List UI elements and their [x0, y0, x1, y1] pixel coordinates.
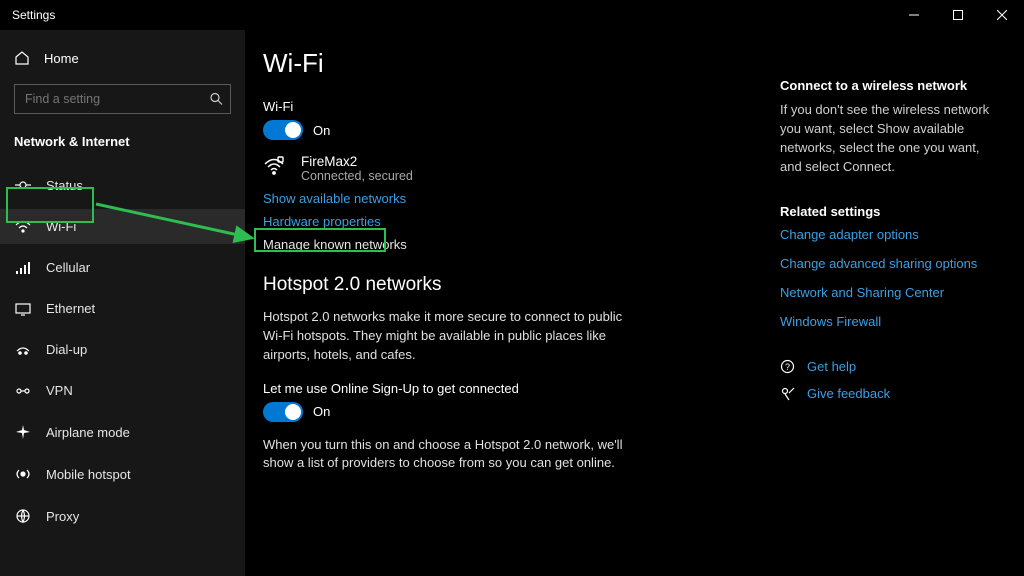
related-link-adapter[interactable]: Change adapter options: [780, 227, 1000, 242]
hotspot-heading: Hotspot 2.0 networks: [263, 274, 780, 296]
sidebar-item-cellular[interactable]: Cellular: [0, 250, 245, 285]
feedback-label: Give feedback: [807, 386, 890, 401]
wifi-icon: [14, 220, 32, 234]
sidebar-item-label: Status: [46, 178, 83, 193]
signup-description: When you turn this on and choose a Hotsp…: [263, 436, 623, 474]
sidebar-item-hotspot[interactable]: Mobile hotspot: [0, 456, 245, 492]
cellular-icon: [14, 261, 32, 275]
status-icon: [14, 177, 32, 193]
signup-toggle[interactable]: [263, 402, 303, 422]
proxy-icon: [14, 508, 32, 524]
current-network[interactable]: FireMax2 Connected, secured: [263, 154, 780, 183]
home-icon: [14, 50, 30, 66]
related-link-firewall[interactable]: Windows Firewall: [780, 314, 1000, 329]
search-input[interactable]: [14, 84, 231, 114]
get-help-label: Get help: [807, 359, 856, 374]
sidebar-item-label: Mobile hotspot: [46, 467, 131, 482]
sidebar-item-dialup[interactable]: Dial-up: [0, 332, 245, 367]
get-help-link[interactable]: ? Get help: [780, 359, 1000, 374]
connect-heading: Connect to a wireless network: [780, 78, 1000, 93]
sidebar-item-label: Wi-Fi: [46, 219, 76, 234]
home-label: Home: [44, 51, 79, 66]
sidebar-item-status[interactable]: Status: [0, 167, 245, 203]
sidebar-item-label: Cellular: [46, 260, 90, 275]
ethernet-icon: [14, 302, 32, 316]
signup-label: Let me use Online Sign-Up to get connect…: [263, 381, 780, 396]
connect-text: If you don't see the wireless network yo…: [780, 101, 1000, 176]
hardware-properties-link[interactable]: Hardware properties: [263, 214, 780, 229]
maximize-button[interactable]: [936, 0, 980, 30]
help-icon: ?: [780, 359, 795, 374]
close-button[interactable]: [980, 0, 1024, 30]
home-button[interactable]: Home: [0, 44, 245, 74]
show-available-networks-link[interactable]: Show available networks: [263, 191, 780, 206]
sidebar: Home Network & Internet Status Wi-Fi: [0, 30, 245, 576]
sidebar-item-label: Airplane mode: [46, 425, 130, 440]
minimize-button[interactable]: [892, 0, 936, 30]
feedback-icon: [780, 386, 795, 401]
feedback-link[interactable]: Give feedback: [780, 386, 1000, 401]
related-link-network-center[interactable]: Network and Sharing Center: [780, 285, 1000, 300]
content-area: Wi-Fi Wi-Fi On FireMax2 Conne: [263, 48, 780, 576]
sidebar-item-proxy[interactable]: Proxy: [0, 498, 245, 534]
network-name: FireMax2: [301, 154, 413, 169]
hotspot-description: Hotspot 2.0 networks make it more secure…: [263, 308, 623, 365]
category-label: Network & Internet: [0, 130, 245, 161]
wifi-toggle-state: On: [313, 123, 330, 138]
sidebar-item-wifi[interactable]: Wi-Fi: [0, 209, 245, 244]
wifi-toggle[interactable]: [263, 120, 303, 140]
manage-known-networks-link[interactable]: Manage known networks: [263, 237, 780, 252]
titlebar: Settings: [0, 0, 1024, 30]
search-icon: [210, 93, 223, 106]
airplane-icon: [14, 424, 32, 440]
sidebar-item-label: VPN: [46, 383, 73, 398]
sidebar-item-ethernet[interactable]: Ethernet: [0, 291, 245, 326]
svg-text:?: ?: [785, 362, 790, 372]
page-title: Wi-Fi: [263, 48, 780, 79]
sidebar-item-label: Ethernet: [46, 301, 95, 316]
related-heading: Related settings: [780, 204, 1000, 219]
right-column: Connect to a wireless network If you don…: [780, 48, 1000, 576]
sidebar-item-label: Dial-up: [46, 342, 87, 357]
window-title: Settings: [12, 8, 55, 22]
hotspot-icon: [14, 466, 32, 482]
wifi-label: Wi-Fi: [263, 99, 780, 114]
vpn-icon: [14, 384, 32, 398]
dialup-icon: [14, 343, 32, 357]
network-status: Connected, secured: [301, 169, 413, 183]
sidebar-item-vpn[interactable]: VPN: [0, 373, 245, 408]
sidebar-item-label: Proxy: [46, 509, 79, 524]
related-link-sharing[interactable]: Change advanced sharing options: [780, 256, 1000, 271]
sidebar-item-airplane[interactable]: Airplane mode: [0, 414, 245, 450]
wifi-secured-icon: [263, 154, 289, 176]
signup-toggle-state: On: [313, 404, 330, 419]
